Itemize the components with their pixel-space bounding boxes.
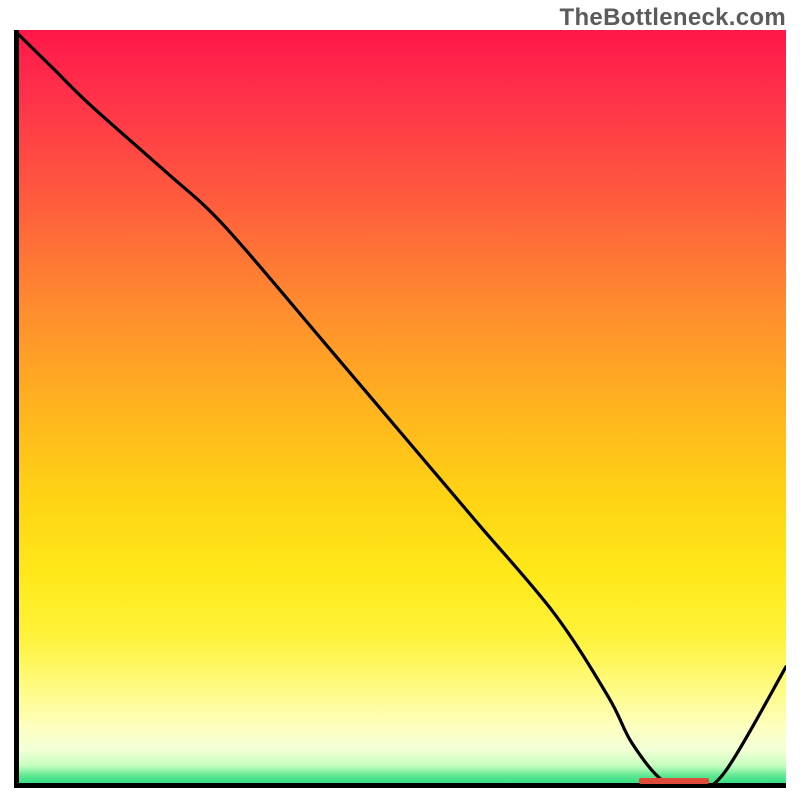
plot-area — [14, 30, 786, 788]
optimal-range-marker — [639, 778, 708, 784]
curve-path — [14, 30, 786, 788]
chart-container: TheBottleneck.com — [0, 0, 800, 800]
watermark-text: TheBottleneck.com — [560, 4, 786, 32]
bottleneck-curve — [14, 30, 786, 788]
